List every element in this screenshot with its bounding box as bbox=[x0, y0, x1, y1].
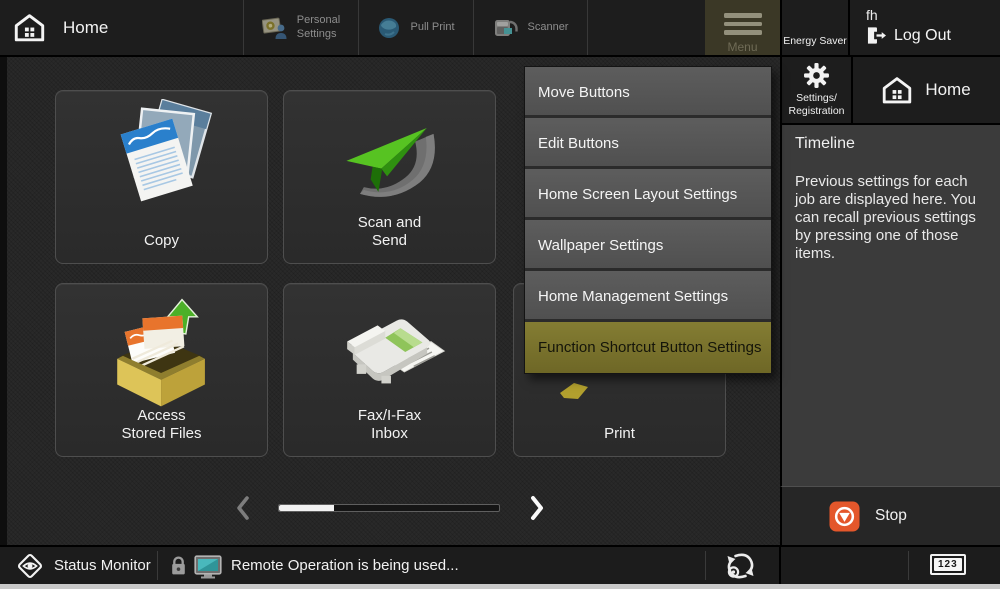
personal-settings-icon bbox=[262, 15, 288, 41]
settings-registration-label: Settings/ Registration bbox=[788, 92, 844, 117]
numeric-keypad-icon[interactable]: 123 bbox=[930, 554, 966, 575]
pull-print-label: Pull Print bbox=[410, 21, 454, 34]
menu-item-home-screen-layout-settings[interactable]: Home Screen Layout Settings bbox=[525, 169, 771, 220]
screen-left-edge bbox=[0, 57, 7, 545]
menu-item-function-shortcut-button-settings[interactable]: Function Shortcut Button Settings bbox=[525, 322, 771, 373]
settings-registration-button[interactable]: Settings/ Registration bbox=[782, 57, 851, 123]
home-button[interactable]: Home bbox=[851, 57, 1000, 123]
chevron-left-icon[interactable] bbox=[233, 494, 253, 522]
rotate-arrows-icon[interactable] bbox=[723, 550, 758, 582]
menu-item-move-buttons[interactable]: Move Buttons bbox=[525, 67, 771, 118]
status-monitor-button[interactable]: Status Monitor bbox=[0, 547, 157, 584]
tile-fax-ifax-inbox-label: Fax/I-Fax Inbox bbox=[284, 407, 495, 443]
tile-scan-and-send[interactable]: Scan and Send bbox=[283, 90, 496, 264]
menu-button-label: Menu bbox=[727, 40, 757, 54]
remote-operation-message: Remote Operation is being used... bbox=[231, 547, 459, 584]
top-bar: Home Personal Settings bbox=[0, 0, 1000, 57]
menu-item-wallpaper-settings[interactable]: Wallpaper Settings bbox=[525, 220, 771, 271]
gear-icon bbox=[803, 62, 830, 89]
personal-settings-label: Personal Settings bbox=[297, 14, 340, 40]
status-bar-divider bbox=[705, 551, 706, 580]
energy-saver-button[interactable]: Energy Saver bbox=[780, 0, 848, 55]
log-out-label: Log Out bbox=[894, 27, 951, 45]
lock-icon bbox=[170, 555, 187, 576]
personal-settings-button[interactable]: Personal Settings bbox=[243, 0, 358, 55]
bottom-status-bar: Status Monitor Remote Operation is being… bbox=[0, 545, 1000, 584]
fax-ifax-inbox-icon bbox=[328, 292, 452, 412]
pull-print-button[interactable]: Pull Print bbox=[358, 0, 473, 55]
home-icon bbox=[882, 76, 912, 105]
copy-icon bbox=[102, 99, 222, 219]
page-title: Home bbox=[63, 18, 108, 38]
timeline-description: Previous settings for each job are displ… bbox=[795, 173, 991, 263]
status-bar-divider bbox=[908, 551, 909, 580]
log-out-button[interactable]: fh Log Out bbox=[848, 0, 1000, 55]
status-bar-divider bbox=[779, 547, 781, 584]
menu-item-home-management-settings[interactable]: Home Management Settings bbox=[525, 271, 771, 322]
tile-print-label: Print bbox=[514, 425, 725, 443]
timeline-panel: Timeline Previous settings for each job … bbox=[780, 123, 1000, 486]
tile-copy-label: Copy bbox=[56, 232, 267, 250]
print-icon bbox=[558, 383, 592, 401]
tile-access-stored-files[interactable]: Access Stored Files bbox=[55, 283, 268, 457]
scanner-button[interactable]: Scanner bbox=[473, 0, 588, 55]
scan-and-send-icon bbox=[327, 99, 453, 219]
chevron-right-icon[interactable] bbox=[527, 494, 547, 522]
scanner-icon bbox=[493, 15, 519, 41]
tile-access-stored-files-label: Access Stored Files bbox=[56, 407, 267, 443]
tile-fax-ifax-inbox[interactable]: Fax/I-Fax Inbox bbox=[283, 283, 496, 457]
access-stored-files-icon bbox=[100, 292, 224, 414]
status-monitor-icon bbox=[15, 551, 45, 581]
energy-saver-label: Energy Saver bbox=[783, 35, 847, 47]
numeric-keypad-label: 123 bbox=[934, 558, 962, 571]
top-function-buttons: Personal Settings Pull Print Sca bbox=[243, 0, 588, 55]
stop-icon bbox=[829, 501, 860, 532]
logged-in-user: fh bbox=[866, 7, 1000, 23]
current-screen-title: Home bbox=[14, 0, 108, 55]
menu-dropdown: Move Buttons Edit Buttons Home Screen La… bbox=[524, 66, 772, 374]
stop-button[interactable]: Stop bbox=[780, 486, 1000, 545]
status-bar-divider bbox=[157, 551, 158, 580]
printer-touchscreen: Home Personal Settings bbox=[0, 0, 1000, 589]
stop-button-label: Stop bbox=[875, 507, 907, 525]
home-button-label: Home bbox=[925, 80, 970, 100]
scanner-label: Scanner bbox=[528, 21, 569, 34]
device-bezel bbox=[0, 584, 1000, 589]
pull-print-icon bbox=[377, 16, 401, 40]
moon-icon bbox=[804, 9, 827, 32]
page-slider[interactable] bbox=[278, 504, 500, 512]
remote-monitor-icon bbox=[194, 555, 222, 579]
menu-item-edit-buttons[interactable]: Edit Buttons bbox=[525, 118, 771, 169]
log-out-icon bbox=[866, 26, 887, 45]
hamburger-icon bbox=[724, 13, 762, 35]
menu-button[interactable]: Menu bbox=[705, 0, 780, 55]
tile-copy[interactable]: Copy bbox=[55, 90, 268, 264]
tile-scan-and-send-label: Scan and Send bbox=[284, 214, 495, 250]
home-icon bbox=[14, 13, 45, 43]
timeline-title: Timeline bbox=[795, 135, 1000, 153]
page-slider-fill bbox=[279, 505, 334, 511]
right-panel-buttons: Settings/ Registration Home bbox=[780, 57, 1000, 123]
status-monitor-label: Status Monitor bbox=[54, 557, 151, 574]
